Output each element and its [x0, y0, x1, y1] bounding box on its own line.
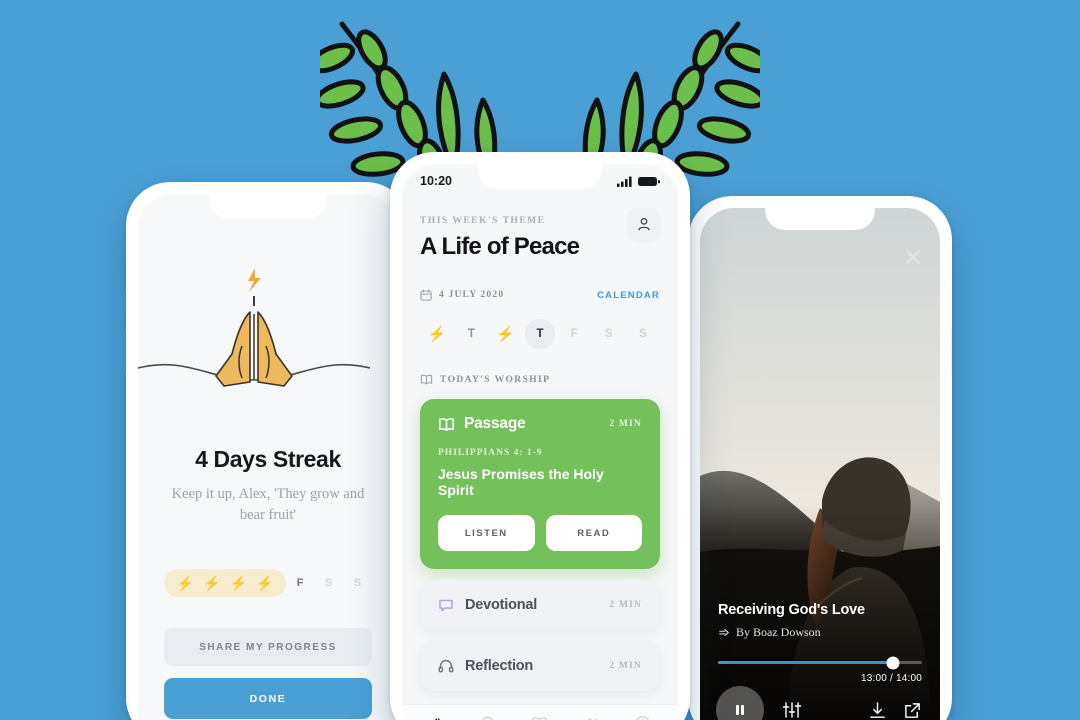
headphones-icon [438, 659, 454, 673]
close-icon[interactable] [904, 248, 922, 266]
week-day-sat[interactable]: S [594, 319, 624, 349]
track-author: By Boaz Dowson [718, 625, 922, 640]
streak-title: 4 Days Streak [195, 446, 341, 472]
phone-side-button [126, 332, 127, 372]
completed-days-pill: ⚡ ⚡ ⚡ ⚡ [164, 569, 286, 597]
passage-card-header: Passage 2 MIN [438, 415, 642, 433]
signal-bars-icon [617, 176, 632, 187]
day-label-f[interactable]: F [286, 577, 315, 589]
passage-reference: PHILIPPIANS 4: 1-9 [438, 448, 543, 458]
middle-phone-frame: 10:20 THIS WEEK'S THEME A Life of Peace … [390, 152, 690, 720]
pause-button[interactable] [716, 686, 764, 720]
tab-clock-icon[interactable] [633, 714, 652, 720]
phone-side-button [951, 328, 952, 374]
phone-notch [765, 208, 875, 230]
right-phone-frame: Receiving God's Love By Boaz Dowson 13:0… [688, 196, 952, 720]
track-title: Receiving God's Love [718, 602, 865, 618]
middle-phone-screen: 10:20 THIS WEEK'S THEME A Life of Peace … [402, 164, 678, 720]
day-label-s2[interactable]: S [343, 577, 372, 589]
week-day-tue[interactable]: T [456, 319, 486, 349]
player-controls [716, 682, 922, 720]
passage-heading: Jesus Promises the Holy Spirit [438, 466, 604, 498]
week-day-fri[interactable]: F [559, 319, 589, 349]
read-button[interactable]: READ [545, 515, 642, 551]
phone-notch [209, 194, 327, 218]
todays-worship-label: TODAY'S WORSHIP [420, 373, 660, 386]
worship-home-screen: THIS WEEK'S THEME A Life of Peace 4 JULY… [402, 198, 678, 720]
battery-icon [638, 176, 660, 186]
bottom-tab-bar [402, 704, 678, 720]
day-label-s1[interactable]: S [315, 577, 344, 589]
passage-actions: LISTEN READ [438, 515, 642, 551]
external-share-icon[interactable] [903, 701, 922, 720]
right-phone-screen: Receiving God's Love By Boaz Dowson 13:0… [700, 208, 940, 720]
week-day-mon-done[interactable]: ⚡ [422, 319, 452, 349]
playback-progress-slider[interactable] [718, 656, 922, 669]
theme-header: THIS WEEK'S THEME A Life of Peace [420, 198, 660, 261]
tab-book-icon[interactable] [530, 714, 549, 720]
week-day-selector: ⚡ T ⚡ T F S S [420, 319, 660, 349]
devotional-title: Devotional [465, 597, 538, 613]
bolt-icon: ⚡ [176, 575, 194, 591]
tab-praying-hands-icon[interactable] [428, 714, 447, 720]
mic-icon [719, 628, 729, 636]
phone-side-button [126, 292, 127, 318]
status-time: 10:20 [420, 174, 452, 188]
speech-bubble-icon [439, 599, 453, 612]
book-icon [439, 417, 454, 431]
week-day-sun[interactable]: S [628, 319, 658, 349]
status-bar: 10:20 [402, 164, 678, 198]
praying-hands-illustration [138, 256, 398, 406]
theme-kicker: THIS WEEK'S THEME [420, 216, 546, 226]
pause-icon [736, 705, 744, 715]
page-title: A Life of Peace [420, 233, 580, 260]
book-icon [420, 374, 433, 385]
profile-button[interactable] [628, 208, 660, 240]
streak-screen: 4 Days Streak Keep it up, Alex, 'They gr… [138, 194, 398, 720]
reflection-title: Reflection [465, 658, 534, 674]
reflection-duration: 2 MIN [609, 661, 642, 671]
equalizer-icon[interactable] [782, 700, 802, 720]
playback-progress-knob[interactable] [886, 656, 900, 669]
track-author-label: By Boaz Dowson [736, 625, 821, 639]
week-day-wed-done[interactable]: ⚡ [491, 319, 521, 349]
calendar-link[interactable]: CALENDAR [597, 290, 660, 301]
streak-subtitle: Keep it up, Alex, 'They grow and bear fr… [171, 486, 365, 523]
bolt-icon: ⚡ [256, 575, 274, 591]
reflection-row[interactable]: Reflection 2 MIN [420, 641, 660, 691]
passage-card[interactable]: Passage 2 MIN PHILIPPIANS 4: 1-9 Jesus P… [420, 399, 660, 569]
track-metadata: Receiving God's Love By Boaz Dowson [718, 602, 922, 640]
devotional-row[interactable]: Devotional 2 MIN [420, 580, 660, 630]
done-button[interactable]: DONE [164, 678, 372, 719]
tab-speaker-icon[interactable] [582, 714, 601, 720]
bolt-icon: ⚡ [203, 575, 221, 591]
download-icon[interactable] [868, 701, 887, 720]
date-row: 4 JULY 2020 CALENDAR [420, 289, 660, 301]
section-label-text: TODAY'S WORSHIP [440, 374, 551, 385]
left-phone-screen: 4 Days Streak Keep it up, Alex, 'They gr… [138, 194, 398, 720]
tab-search-icon[interactable] [479, 714, 498, 720]
streak-day-row: ⚡ ⚡ ⚡ ⚡ F S S [164, 568, 372, 598]
devotional-duration: 2 MIN [609, 600, 642, 610]
calendar-icon [420, 289, 432, 301]
passage-duration: 2 MIN [609, 419, 642, 429]
listen-button[interactable]: LISTEN [438, 515, 535, 551]
bolt-icon: ⚡ [229, 575, 247, 591]
left-phone-frame: 4 Days Streak Keep it up, Alex, 'They gr… [126, 182, 410, 720]
passage-title: Passage [464, 415, 526, 432]
current-date: 4 JULY 2020 [439, 290, 505, 300]
app-mockup-stage: 4 Days Streak Keep it up, Alex, 'They gr… [0, 0, 1080, 720]
playback-progress-fill [718, 661, 894, 664]
week-day-thu-selected[interactable]: T [524, 319, 555, 349]
share-my-progress-button[interactable]: SHARE MY PROGRESS [164, 628, 372, 666]
player-background-photo [700, 208, 940, 720]
person-icon [638, 217, 650, 231]
